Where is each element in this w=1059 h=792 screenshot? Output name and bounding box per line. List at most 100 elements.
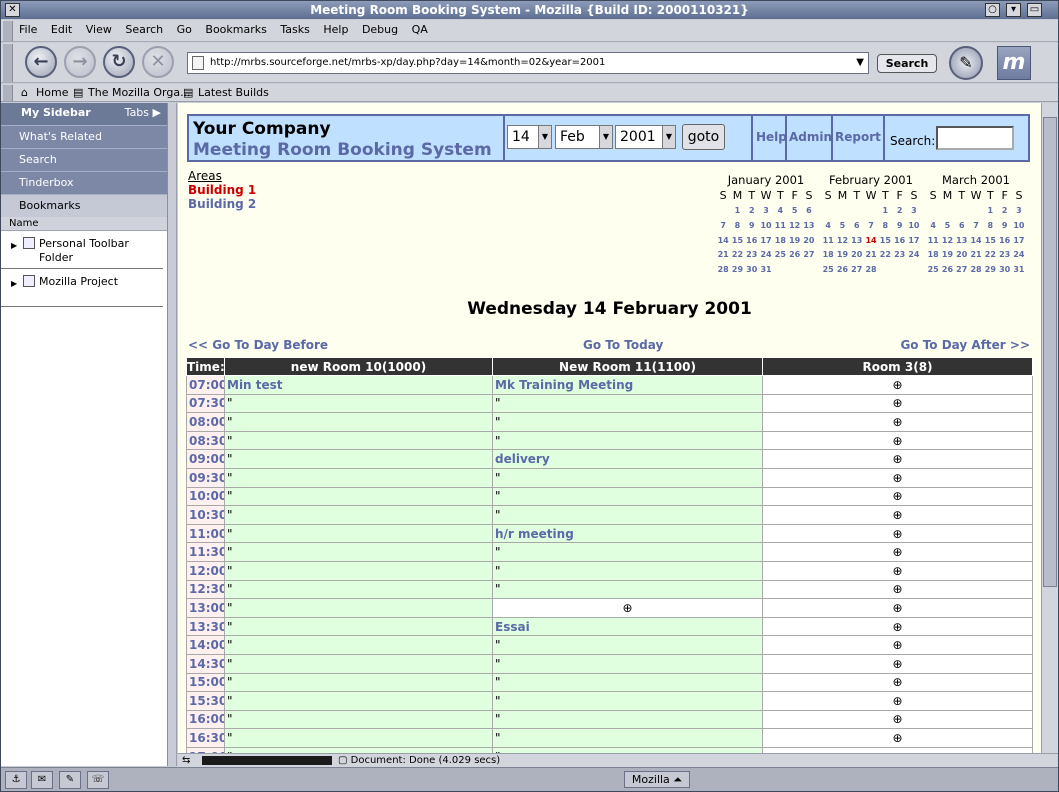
- add-booking-icon[interactable]: ⊕: [762, 449, 1033, 469]
- area-building-2[interactable]: Building 2: [188, 197, 256, 211]
- day-select[interactable]: 14 ▼: [507, 125, 552, 149]
- calendar-day-link[interactable]: 10: [907, 219, 921, 234]
- calendar-day-link[interactable]: 5: [787, 204, 801, 219]
- expand-twisty-icon[interactable]: ▶: [11, 277, 17, 291]
- calendar-day-link[interactable]: 1: [878, 204, 892, 219]
- time-slot-link[interactable]: 14:30: [186, 653, 225, 674]
- expand-twisty-icon[interactable]: ▶: [11, 239, 17, 253]
- search-input[interactable]: [936, 126, 1014, 150]
- calendar-day-link[interactable]: 6: [850, 219, 864, 234]
- scrollbar-thumb[interactable]: [1043, 117, 1057, 587]
- booking-continuation[interactable]: ": [492, 542, 763, 562]
- time-slot-link[interactable]: 13:30: [186, 616, 225, 637]
- add-booking-icon[interactable]: ⊕: [762, 467, 1033, 488]
- booking-continuation[interactable]: ": [492, 635, 763, 655]
- add-booking-icon[interactable]: ⊕: [762, 375, 1033, 395]
- go-to-today-link[interactable]: Go To Today: [583, 338, 663, 352]
- add-booking-icon[interactable]: ⊕: [762, 635, 1033, 655]
- booking-continuation[interactable]: ": [224, 467, 493, 488]
- booking-continuation[interactable]: ": [224, 653, 493, 674]
- booking-continuation[interactable]: ": [224, 616, 493, 637]
- calendar-day-link[interactable]: 17: [759, 234, 773, 249]
- time-slot-link[interactable]: 10:00: [186, 486, 225, 507]
- calendar-day-link[interactable]: 10: [759, 219, 773, 234]
- year-select[interactable]: 2001 ▼: [615, 125, 676, 149]
- netscape-icon[interactable]: ✎: [949, 46, 983, 80]
- menu-qa[interactable]: QA: [412, 20, 428, 40]
- booking-continuation[interactable]: ": [492, 579, 763, 600]
- calendar-day-link[interactable]: 9: [892, 219, 906, 234]
- calendar-day-link[interactable]: 24: [1012, 248, 1026, 263]
- maximize-icon[interactable]: ▭: [1027, 3, 1042, 17]
- add-booking-icon[interactable]: ⊕: [762, 579, 1033, 600]
- reload-icon[interactable]: ↻: [103, 46, 135, 78]
- time-slot-link[interactable]: 15:00: [186, 672, 225, 693]
- calendar-day-link[interactable]: 9: [745, 219, 759, 234]
- calendar-day-link[interactable]: 15: [878, 234, 892, 249]
- calendar-day-link[interactable]: 6: [802, 204, 816, 219]
- go-to-day-after-link[interactable]: Go To Day After >>: [900, 338, 1030, 352]
- calendar-day-link[interactable]: 21: [969, 248, 983, 263]
- calendar-day-link[interactable]: 6: [955, 219, 969, 234]
- report-link[interactable]: Report: [835, 130, 881, 144]
- calendar-day-link[interactable]: 11: [821, 234, 835, 249]
- calendar-day-link[interactable]: 21: [864, 248, 878, 263]
- calendar-day-link[interactable]: 2: [745, 204, 759, 219]
- booking-continuation[interactable]: ": [492, 691, 763, 711]
- calendar-day-link[interactable]: 17: [1012, 234, 1026, 249]
- booking-continuation[interactable]: ": [224, 672, 493, 693]
- booking-link[interactable]: Min test: [224, 375, 493, 395]
- calendar-day-link[interactable]: 4: [821, 219, 835, 234]
- time-slot-link[interactable]: 07:30: [186, 393, 225, 414]
- go-to-day-before-link[interactable]: << Go To Day Before: [188, 338, 328, 352]
- calendar-day-link[interactable]: 19: [787, 234, 801, 249]
- calendar-day-link[interactable]: 14: [716, 234, 730, 249]
- calendar-day-link[interactable]: 13: [850, 234, 864, 249]
- booking-continuation[interactable]: ": [492, 393, 763, 414]
- calendar-day-link[interactable]: 7: [864, 219, 878, 234]
- booking-continuation[interactable]: ": [224, 393, 493, 414]
- month-select[interactable]: Feb ▼: [555, 125, 613, 149]
- calendar-day-link[interactable]: 19: [835, 248, 849, 263]
- booking-continuation[interactable]: ": [224, 412, 493, 432]
- add-booking-icon[interactable]: ⊕: [762, 672, 1033, 693]
- area-building-1[interactable]: Building 1: [188, 183, 256, 197]
- booking-continuation[interactable]: ": [492, 672, 763, 693]
- calendar-day-link[interactable]: 15: [983, 234, 997, 249]
- time-slot-link[interactable]: 16:00: [186, 709, 225, 730]
- calendar-day-link[interactable]: 1: [983, 204, 997, 219]
- address-book-icon[interactable]: ☏: [87, 771, 109, 789]
- calendar-day-link[interactable]: 2: [892, 204, 906, 219]
- calendar-day-link[interactable]: 23: [892, 248, 906, 263]
- url-dropdown-icon[interactable]: ▼: [856, 53, 864, 73]
- time-slot-link[interactable]: 09:00: [186, 449, 225, 469]
- time-slot-link[interactable]: 13:00: [186, 598, 225, 618]
- latest-builds-link[interactable]: Latest Builds: [198, 86, 269, 100]
- calendar-day-link[interactable]: 20: [850, 248, 864, 263]
- bookmark-folder[interactable]: ▶ Personal Toolbar Folder: [1, 231, 163, 269]
- calendar-day-link[interactable]: 28: [864, 263, 878, 278]
- calendar-day-link[interactable]: 26: [835, 263, 849, 278]
- vertical-scrollbar[interactable]: [1041, 103, 1058, 753]
- booking-continuation[interactable]: ": [492, 467, 763, 488]
- time-slot-link[interactable]: 11:30: [186, 542, 225, 562]
- calendar-day-link[interactable]: 27: [802, 248, 816, 263]
- menu-debug[interactable]: Debug: [362, 20, 398, 40]
- stop-icon[interactable]: ✕: [142, 46, 174, 78]
- booking-continuation[interactable]: ": [224, 635, 493, 655]
- booking-continuation[interactable]: ": [492, 653, 763, 674]
- calendar-day-link[interactable]: 8: [878, 219, 892, 234]
- add-booking-icon[interactable]: ⊕: [762, 430, 1033, 451]
- add-booking-icon[interactable]: ⊕: [762, 709, 1033, 730]
- forward-icon[interactable]: →: [64, 46, 96, 78]
- areas-title[interactable]: Areas: [188, 169, 256, 183]
- add-booking-icon[interactable]: ⊕: [762, 486, 1033, 507]
- search-button[interactable]: Search: [877, 54, 937, 73]
- calendar-day-link[interactable]: 26: [940, 263, 954, 278]
- add-booking-icon[interactable]: ⊕: [762, 728, 1033, 748]
- calendar-day-link[interactable]: 25: [821, 263, 835, 278]
- calendar-day-link[interactable]: 18: [773, 234, 787, 249]
- booking-continuation[interactable]: ": [224, 505, 493, 525]
- mail-icon[interactable]: ✉: [31, 771, 53, 789]
- booking-link[interactable]: delivery: [492, 449, 763, 469]
